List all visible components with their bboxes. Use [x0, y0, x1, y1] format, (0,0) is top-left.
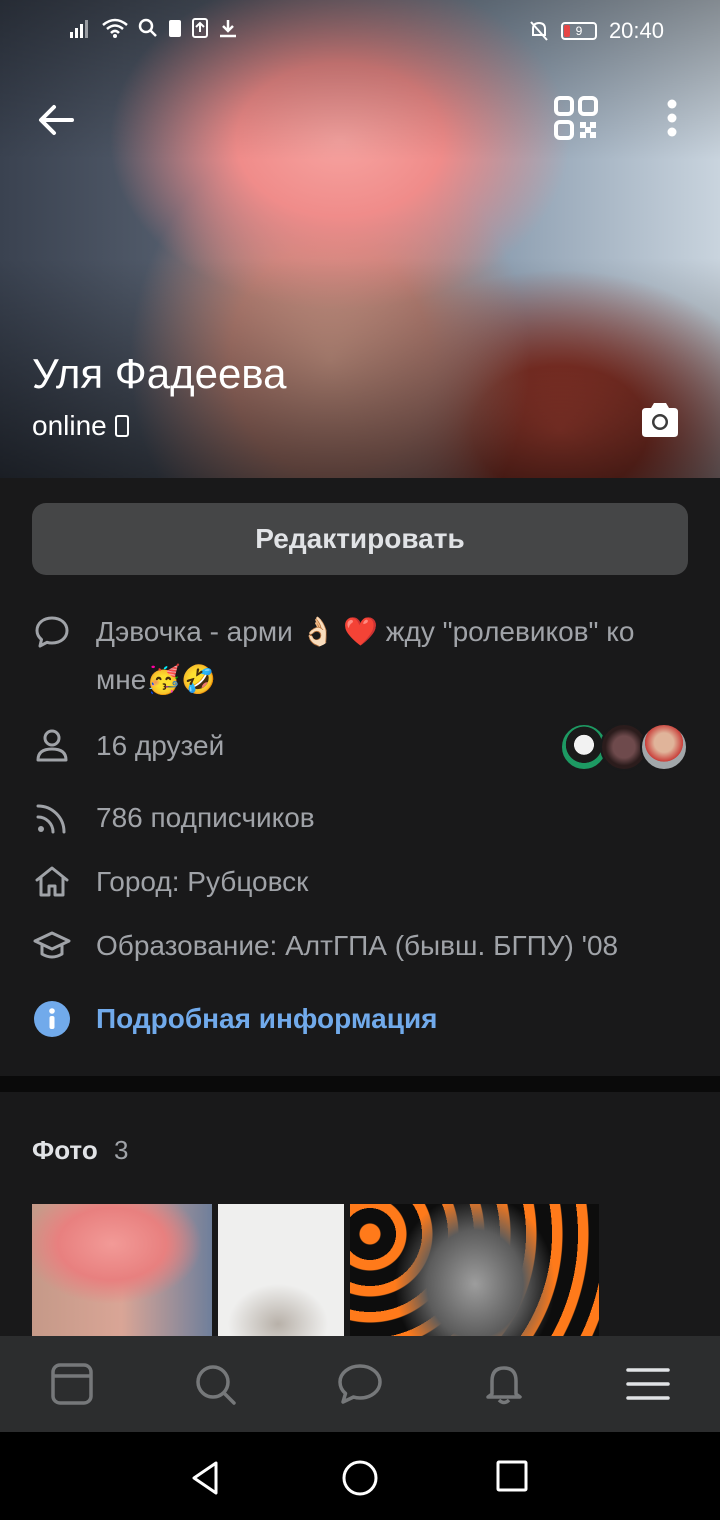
profile-info-section: Редактировать Дэвочка - арми 👌🏻 ❤️ жду "… — [0, 478, 720, 1076]
download-icon — [220, 20, 236, 38]
avatar[interactable] — [640, 723, 688, 771]
menu-icon[interactable] — [624, 1362, 672, 1406]
system-home-icon[interactable] — [340, 1458, 380, 1498]
info-icon — [34, 1001, 70, 1037]
profile-name: Уля Фадеева — [32, 350, 287, 397]
photos-title[interactable]: Фото — [32, 1135, 98, 1166]
camera-icon[interactable] — [638, 400, 682, 440]
notifications-icon[interactable] — [480, 1362, 528, 1406]
city-text: Город: Рубцовск — [96, 866, 309, 897]
mute-notifications-icon — [530, 21, 548, 41]
more-info-link[interactable]: Подробная информация — [32, 995, 688, 1043]
status-bar: 9 20:40 — [0, 0, 720, 60]
system-back-icon[interactable] — [186, 1458, 226, 1498]
followers-count: 786 подписчиков — [96, 802, 315, 833]
news-icon[interactable] — [48, 1362, 96, 1406]
upload-icon — [192, 18, 208, 38]
photo-thumbnail[interactable] — [218, 1204, 344, 1336]
section-divider — [0, 1076, 720, 1092]
status-text: Дэвочка - арми 👌🏻 ❤️ жду "ролевиков" ко … — [96, 616, 635, 695]
user-icon — [36, 729, 68, 762]
education-row: Образование: АлтГПА (бывш. БГПУ) '08 — [32, 922, 688, 970]
more-info-label: Подробная информация — [96, 1003, 438, 1034]
home-icon — [35, 866, 69, 897]
city-row: Город: Рубцовск — [32, 858, 688, 906]
search-icon[interactable] — [192, 1362, 240, 1406]
graduation-cap-icon — [33, 931, 71, 959]
rss-feed-icon — [36, 804, 66, 834]
status-row[interactable]: Дэвочка - арми 👌🏻 ❤️ жду "ролевиков" ко … — [32, 608, 688, 704]
search-status-icon — [138, 18, 157, 37]
wifi-icon — [102, 18, 128, 38]
battery-saver-icon — [169, 20, 181, 37]
photos-section: Фото 3 — [0, 1092, 720, 1336]
friends-avatars[interactable] — [560, 723, 688, 771]
online-status: online — [32, 410, 129, 442]
qr-code-icon[interactable] — [552, 94, 600, 142]
bottom-tab-bar — [0, 1336, 720, 1432]
status-time: 20:40 — [608, 18, 664, 43]
signal-icon — [70, 20, 88, 38]
profile-cover[interactable] — [0, 0, 720, 478]
battery-level: 9 — [575, 24, 583, 38]
photos-count: 3 — [114, 1135, 129, 1165]
more-options-icon[interactable] — [650, 94, 694, 142]
education-text: Образование: АлтГПА (бывш. БГПУ) '08 — [96, 930, 619, 961]
messages-icon[interactable] — [336, 1362, 384, 1406]
speech-bubble-icon — [35, 616, 69, 648]
system-navigation-bar — [0, 1432, 720, 1520]
system-recent-apps-icon[interactable] — [494, 1458, 530, 1494]
followers-row[interactable]: 786 подписчиков — [32, 794, 688, 842]
edit-profile-button[interactable]: Редактировать — [32, 503, 688, 575]
back-arrow-icon[interactable] — [32, 96, 80, 144]
photo-thumbnail[interactable] — [350, 1204, 599, 1336]
friends-count: 16 друзей — [96, 730, 225, 761]
online-status-text: online — [32, 410, 107, 441]
mobile-phone-icon — [114, 415, 129, 437]
top-navigation — [0, 88, 720, 144]
battery-icon: 9 — [560, 22, 597, 40]
status-icons-right: 9 20:40 — [529, 18, 664, 44]
photo-thumbnail[interactable] — [32, 1204, 212, 1336]
status-icons-left — [70, 18, 238, 38]
